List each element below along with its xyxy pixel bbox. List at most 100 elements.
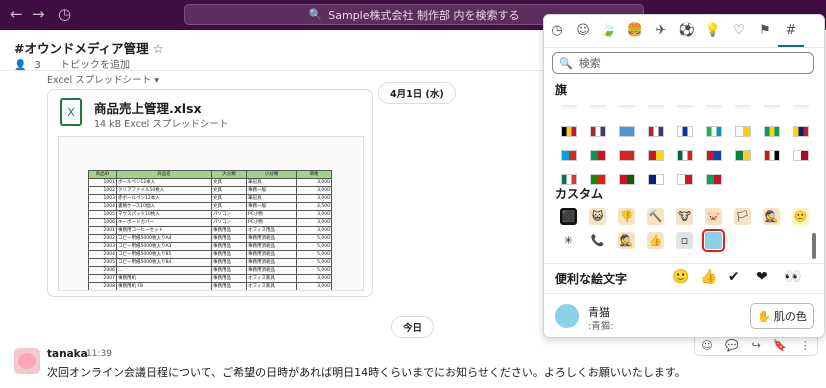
flag-emoji[interactable] (786, 143, 815, 167)
custom-emoji[interactable]: ⬛ (554, 204, 583, 228)
flag-emoji[interactable] (641, 119, 670, 143)
symbols-category-icon[interactable]: ♡ (726, 15, 752, 47)
file-attachment-card[interactable]: X 商品売上管理.xlsx 14 kB Excel スプレッドシート 商品ID 商… (47, 89, 373, 297)
activity-category-icon[interactable]: ⚽ (674, 15, 700, 47)
add-reaction-icon[interactable]: ☺ (701, 339, 712, 352)
flag-icon (589, 105, 606, 109)
flag-emoji[interactable] (786, 95, 815, 119)
flag-emoji[interactable] (670, 119, 699, 143)
flag-emoji[interactable] (612, 143, 641, 167)
smile-emoji[interactable]: 🙂 (672, 269, 689, 285)
forward-arrow-icon[interactable]: → (32, 5, 45, 23)
sheet-cell: 5,000 (296, 250, 332, 259)
flag-emoji[interactable] (757, 167, 786, 191)
custom-emoji[interactable]: ✳ (554, 228, 583, 252)
objects-category-icon[interactable]: 💡 (700, 15, 726, 47)
more-actions-icon[interactable]: ⋮ (800, 339, 811, 352)
nature-category-icon[interactable]: 🍃 (596, 15, 622, 47)
spreadsheet-preview[interactable]: 商品ID 商品名 大分類 小分類 価格 1001 ボールペン12本入 文具 筆記具 3,000 1… (58, 136, 364, 291)
flag-emoji[interactable] (583, 119, 612, 143)
flag-emoji[interactable] (728, 167, 757, 191)
flag-emoji[interactable] (728, 143, 757, 167)
custom-emoji[interactable]: 🙂 (786, 204, 815, 228)
custom-emoji[interactable]: 📞 (583, 228, 612, 252)
channel-title[interactable]: #オウンドメディア管理 ☆ (14, 38, 164, 57)
flags-category-icon[interactable]: ⚑ (752, 15, 778, 47)
flag-emoji[interactable] (641, 143, 670, 167)
travel-category-icon[interactable]: ✈ (648, 15, 674, 47)
flag-emoji[interactable] (641, 95, 670, 119)
sheet-header-cell: 価格 (296, 170, 332, 179)
flag-emoji[interactable] (757, 143, 786, 167)
custom-emoji[interactable] (757, 228, 786, 252)
custom-emoji[interactable]: 🐮 (670, 204, 699, 228)
flag-emoji[interactable] (554, 119, 583, 143)
flag-emoji[interactable] (757, 119, 786, 143)
share-icon[interactable]: ↪ (752, 339, 761, 352)
bookmark-icon[interactable]: 🔖 (773, 339, 787, 352)
flag-emoji[interactable] (670, 167, 699, 191)
flag-icon (589, 173, 606, 185)
emoji-search-input[interactable]: 🔍 検索 (552, 52, 814, 74)
flag-emoji[interactable] (757, 95, 786, 119)
file-name[interactable]: 商品売上管理.xlsx (94, 98, 202, 117)
avatar[interactable] (14, 348, 40, 374)
custom-emoji[interactable]: 🐷 (699, 204, 728, 228)
custom-emoji[interactable]: ▫ (670, 228, 699, 252)
skin-tone-button[interactable]: ✋ 肌の色 (750, 303, 814, 329)
file-type-label[interactable]: Excel スプレッドシート ▾ (47, 72, 159, 86)
date-divider-pill[interactable]: 4月1日 (水) (378, 82, 456, 104)
custom-emoji[interactable] (786, 228, 815, 252)
excel-file-icon: X (60, 98, 82, 126)
recent-category-icon[interactable]: ◷ (544, 15, 570, 47)
sheet-cell: パソコン (211, 218, 247, 227)
check-emoji[interactable]: ✔ (728, 269, 740, 285)
today-divider-pill[interactable]: 今日 (391, 316, 435, 338)
custom-emoji[interactable]: 🏳 (728, 204, 757, 228)
flag-emoji[interactable] (699, 119, 728, 143)
flag-emoji[interactable] (612, 95, 641, 119)
custom-category-icon[interactable]: # (778, 15, 804, 47)
thumbs-up-emoji[interactable]: 👍 (700, 269, 717, 285)
eyes-emoji[interactable]: 👀 (784, 269, 801, 285)
flag-emoji[interactable] (554, 143, 583, 167)
message-timestamp[interactable]: 11:39 (86, 349, 112, 359)
flag-emoji[interactable] (699, 95, 728, 119)
star-icon[interactable]: ☆ (153, 41, 164, 56)
reply-thread-icon[interactable]: 💬 (725, 339, 739, 352)
custom-emoji[interactable]: 🕵 (757, 204, 786, 228)
flag-emoji[interactable] (641, 167, 670, 191)
flag-emoji[interactable] (554, 95, 583, 119)
flag-emoji[interactable] (728, 95, 757, 119)
flag-emoji[interactable] (583, 143, 612, 167)
blue-cat-custom-emoji[interactable] (699, 228, 728, 252)
flag-icon (676, 173, 693, 185)
picker-scrollbar[interactable] (812, 233, 816, 259)
custom-emoji[interactable]: 👍 (641, 228, 670, 252)
heart-emoji[interactable]: ❤ (756, 269, 768, 285)
flag-emoji[interactable] (612, 119, 641, 143)
flag-emoji[interactable] (670, 95, 699, 119)
flag-emoji[interactable] (612, 167, 641, 191)
sheet-header-cell: 商品名 (116, 170, 212, 179)
sheet-cell: 3,000 (296, 274, 332, 283)
sheet-cell: 事務用消耗品 (246, 242, 297, 251)
flag-emoji[interactable] (786, 167, 815, 191)
flag-emoji[interactable] (699, 143, 728, 167)
custom-emoji[interactable] (728, 228, 757, 252)
flag-emoji[interactable] (583, 95, 612, 119)
back-arrow-icon[interactable]: ← (10, 5, 23, 23)
history-icon[interactable]: ◷ (58, 5, 71, 23)
custom-emoji[interactable]: 👎 (612, 204, 641, 228)
custom-emoji[interactable]: 🕵 (612, 228, 641, 252)
flag-emoji[interactable] (786, 119, 815, 143)
food-category-icon[interactable]: 🍔 (622, 15, 648, 47)
message-username[interactable]: tanaka (47, 348, 88, 360)
smileys-category-icon[interactable]: ☺ (570, 15, 596, 47)
flag-emoji[interactable] (699, 167, 728, 191)
custom-emoji[interactable]: 😺 (583, 204, 612, 228)
custom-emoji[interactable]: 🔨 (641, 204, 670, 228)
flag-emoji[interactable] (728, 119, 757, 143)
flag-emoji[interactable] (670, 143, 699, 167)
custom-section-title: カスタム (555, 187, 604, 201)
